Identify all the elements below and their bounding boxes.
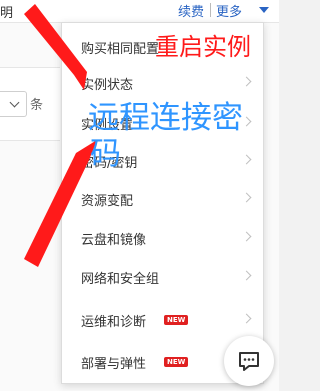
menu-item-ops-diagnosis[interactable]: 运维和诊断 NEW [62,304,263,334]
menu-item-label: 部署与弹性 [81,357,147,372]
chevron-right-icon [241,76,252,87]
caret-down-icon[interactable] [259,7,269,13]
chevron-right-icon [241,231,252,242]
chevron-right-icon [241,313,252,324]
chevron-right-icon [241,154,252,165]
menu-item-label: 网络和安全组 [81,272,160,287]
menu-item-resource-change[interactable]: 资源变配 [62,183,263,213]
menu-item-label: 云盘和镜像 [81,233,147,248]
menu-item-disk-image[interactable]: 云盘和镜像 [62,222,263,252]
chat-button[interactable] [224,336,274,386]
chevron-right-icon [241,192,252,203]
more-dropdown-menu: 购买相同配置 实例状态 实例设置 密码/密钥 资源变配 云盘和镜像 网络和安全组… [61,22,264,384]
annotation-remote-password-line2: 码 [90,136,121,172]
menu-item-label: 实例状态 [81,78,134,93]
new-badge: NEW [164,357,189,367]
header-divider [210,3,211,17]
chevron-down-icon [9,97,20,108]
renew-link[interactable]: 续费 [178,1,204,20]
more-link[interactable]: 更多 [216,1,242,20]
new-badge: NEW [164,315,189,325]
chat-bubble-icon [239,352,259,371]
header-edge-text: 明 [0,6,14,21]
chevron-right-icon [241,116,252,127]
menu-item-label: 运维和诊断 [81,315,147,330]
menu-item-network-security[interactable]: 网络和安全组 [62,261,263,291]
menu-item-label: 购买相同配置 [81,42,160,57]
menu-item-label: 资源变配 [81,194,134,209]
annotation-restart-instance: 重启实例 [155,33,251,61]
page-size-unit: 条 [30,98,44,113]
chevron-right-icon [241,270,252,281]
page-size-select[interactable] [0,91,27,117]
